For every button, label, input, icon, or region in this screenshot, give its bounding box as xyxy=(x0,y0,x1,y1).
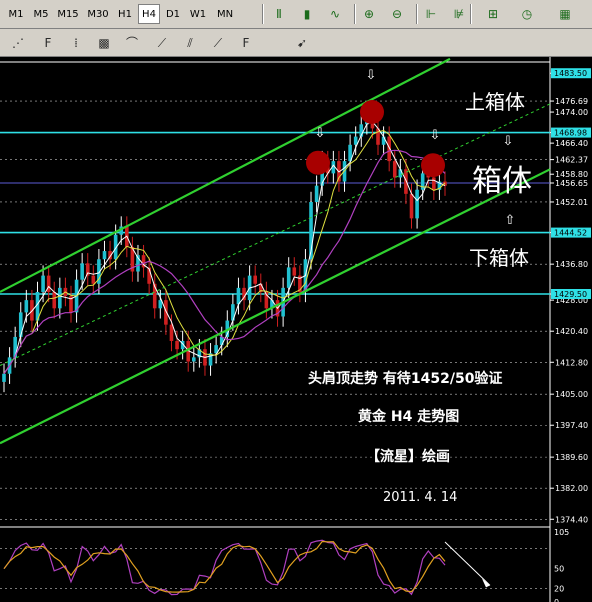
annotation-line3: 【流星】绘画 xyxy=(366,448,450,465)
toolbar-separator xyxy=(262,4,264,24)
zone-label-upper: 上箱体 xyxy=(465,90,525,114)
candle-body xyxy=(353,136,358,145)
arrows-icon[interactable]: ➹ xyxy=(292,33,312,53)
timeframe-m15-button[interactable]: M15 xyxy=(54,4,82,24)
candle-body xyxy=(292,267,297,276)
candle-body xyxy=(169,324,174,342)
price-tick-label: 1374.40 xyxy=(555,515,588,524)
toolbar-separator xyxy=(416,4,418,24)
candle-body xyxy=(102,251,107,260)
candle-body xyxy=(24,300,29,313)
down-arrow-icon: ⇩ xyxy=(503,134,514,149)
autoscroll-icon[interactable]: ⊯ xyxy=(450,5,468,23)
fibo-time-icon[interactable]: ⁞ xyxy=(66,33,86,53)
price-tick-label: 1382.00 xyxy=(555,484,588,493)
fibo-fan-icon[interactable]: ⌒ xyxy=(122,33,142,53)
candle-body xyxy=(432,177,436,190)
annotation-line1: 头肩顶走势 有待1452/50验证 xyxy=(308,370,502,387)
candle-body xyxy=(381,136,386,145)
down-arrow-icon: ⇩ xyxy=(315,126,326,141)
price-tick-label: 1412.80 xyxy=(555,358,588,367)
price-tick-label: 1456.65 xyxy=(555,179,588,188)
price-tick-label: 1405.00 xyxy=(555,390,588,399)
price-tag-label: 1483.50 xyxy=(554,69,587,78)
stochastic-tick-label: 105 xyxy=(554,528,569,537)
candle-body xyxy=(80,263,84,280)
price-tick-label: 1474.00 xyxy=(555,108,588,117)
zone-label-lower: 下箱体 xyxy=(469,246,529,270)
fibo-arcs-icon[interactable]: ▩ xyxy=(94,33,114,53)
stochastic-tick-label: 20 xyxy=(554,585,564,594)
candle-body xyxy=(314,185,319,203)
fibo-retracement-icon[interactable]: ⋰ xyxy=(8,33,28,53)
timeframe-d1-button[interactable]: D1 xyxy=(162,4,184,24)
candle-body xyxy=(415,189,419,219)
price-chart[interactable]: ⇩ ⇩ ⇩ ⇩ ⇧ 上箱体箱体下箱体头肩顶走势 有待1452/50验证黄金 H4 走势图【… xyxy=(0,57,592,602)
template-icon[interactable]: ▦ xyxy=(556,5,574,23)
up-arrow-icon: ⇧ xyxy=(505,213,516,228)
candle-body xyxy=(91,275,96,284)
candle-body xyxy=(236,287,241,305)
candle-body xyxy=(398,169,403,178)
bar-chart-icon[interactable]: Ⅱ xyxy=(270,5,288,23)
candle-body xyxy=(52,291,57,309)
candle-body xyxy=(409,193,414,219)
candle-body xyxy=(2,373,6,382)
price-tick-label: 1397.40 xyxy=(555,421,588,430)
candle-body xyxy=(286,267,291,288)
fibo-channel-icon[interactable]: ⟋ xyxy=(152,33,172,53)
head-shoulder-marker xyxy=(306,150,330,175)
timeframe-h1-button[interactable]: H1 xyxy=(114,4,136,24)
timeframe-m1-button[interactable]: M1 xyxy=(4,4,28,24)
candle-body xyxy=(392,161,397,178)
gann-line-icon[interactable]: ⟋ xyxy=(208,33,228,53)
price-tick-label: 1420.40 xyxy=(555,327,588,336)
period-clock-icon[interactable]: ◷ xyxy=(518,5,536,23)
timeframe-w1-button[interactable]: W1 xyxy=(186,4,210,24)
gann-fan-icon[interactable]: ⫽ xyxy=(180,33,200,53)
price-tick-label: 1452.01 xyxy=(555,198,588,207)
price-tick-label: 1462.37 xyxy=(555,156,588,165)
candle-body xyxy=(58,287,62,309)
annotation-line2: 黄金 H4 走势图 xyxy=(358,408,459,425)
line-chart-icon[interactable]: ∿ xyxy=(326,5,344,23)
candle-body xyxy=(41,275,45,292)
price-tick-label: 1466.40 xyxy=(555,139,588,148)
toolbar-separator xyxy=(470,4,472,24)
head-shoulder-marker xyxy=(360,100,384,125)
down-arrow-icon: ⇩ xyxy=(366,68,377,83)
timeframe-mn-button[interactable]: MN xyxy=(212,4,238,24)
price-tag-label: 1468.98 xyxy=(554,129,587,138)
timeframe-m5-button[interactable]: M5 xyxy=(30,4,52,24)
add-indicator-icon[interactable]: ⊞ xyxy=(484,5,502,23)
head-shoulder-marker xyxy=(421,153,445,178)
timeframe-h4-button[interactable]: H4 xyxy=(138,4,160,24)
stochastic-tick-label: 50 xyxy=(554,565,564,574)
candle-body xyxy=(191,357,196,362)
candle-body xyxy=(18,312,23,337)
zoom-in-icon[interactable]: ⊕ xyxy=(360,5,378,23)
price-tick-label: 1436.80 xyxy=(555,260,588,269)
fibo-expansion-icon[interactable]: F xyxy=(38,33,58,53)
toolbar-separator xyxy=(354,4,356,24)
chart-shift-icon[interactable]: ⊩ xyxy=(422,5,440,23)
zoom-out-icon[interactable]: ⊖ xyxy=(388,5,406,23)
price-tick-label: 1476.69 xyxy=(555,97,588,106)
candle-body xyxy=(253,275,258,284)
candle-body xyxy=(175,341,179,350)
price-tag-label: 1429.50 xyxy=(554,290,587,299)
timeframe-toolbar: M1 M5 M15 M30 H1 H4 D1 W1 MN Ⅱ ▮ ∿ ⊕ ⊖ ⊩ ⊯ ⊞ ◷ ▦ xyxy=(0,0,592,29)
stochastic-tick-label: 0 xyxy=(554,598,559,602)
candlestick-icon[interactable]: ▮ xyxy=(298,5,316,23)
objects-toolbar: ⋰ F ⁞ ▩ ⌒ ⟋ ⫽ ⟋ F ➹ xyxy=(0,29,592,57)
gann-grid-icon[interactable]: F xyxy=(236,33,256,53)
down-arrow-icon: ⇩ xyxy=(430,128,441,143)
price-tick-label: 1389.60 xyxy=(555,453,588,462)
zone-label-middle: 箱体 xyxy=(472,164,532,199)
annotation-line4: 2011. 4. 14 xyxy=(383,490,457,505)
price-tag-label: 1444.52 xyxy=(554,229,587,238)
price-tick-label: 1458.80 xyxy=(555,170,588,179)
timeframe-m30-button[interactable]: M30 xyxy=(84,4,112,24)
